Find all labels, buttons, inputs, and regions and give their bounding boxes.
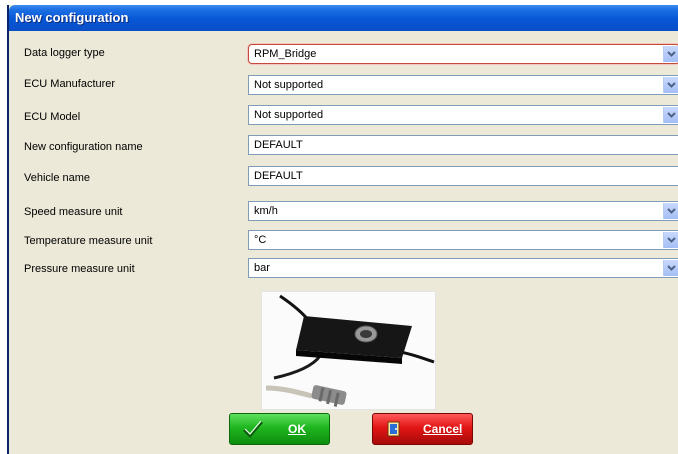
config-name-input[interactable]: DEFAULT <box>248 135 678 155</box>
cancel-button[interactable]: Cancel <box>372 413 473 445</box>
ecu-manufacturer-label: ECU Manufacturer <box>24 78 116 90</box>
ok-button[interactable]: OK <box>229 413 330 445</box>
device-image <box>261 291 436 410</box>
pressure-unit-label: Pressure measure unit <box>24 263 135 275</box>
vehicle-name-label: Vehicle name <box>24 172 91 184</box>
ecu-model-select[interactable]: Not supported <box>248 105 678 125</box>
config-name-value: DEFAULT <box>254 139 303 151</box>
pressure-unit-select[interactable]: bar <box>248 258 678 278</box>
ecu-manufacturer-select[interactable]: Not supported <box>248 75 678 95</box>
pressure-unit-value: bar <box>254 262 270 274</box>
door-exit-icon <box>385 420 403 441</box>
data-logger-type-label: Data logger type <box>24 47 105 59</box>
vehicle-name-value: DEFAULT <box>254 170 303 182</box>
dialog-window: New configuration Data logger type RPM_B… <box>7 5 678 454</box>
chevron-down-icon[interactable] <box>663 77 678 93</box>
temperature-unit-select[interactable]: °C <box>248 230 678 250</box>
data-logger-type-value: RPM_Bridge <box>254 48 317 60</box>
speed-unit-value: km/h <box>254 205 278 217</box>
title-bar[interactable]: New configuration <box>9 5 678 31</box>
ok-button-label: OK <box>288 422 306 436</box>
cancel-button-label: Cancel <box>423 422 463 436</box>
chevron-down-icon[interactable] <box>663 260 678 276</box>
ecu-model-label: ECU Model <box>24 111 81 123</box>
checkmark-icon <box>242 420 264 441</box>
ecu-model-value: Not supported <box>254 109 324 121</box>
chevron-down-icon[interactable] <box>663 46 678 62</box>
chevron-down-icon[interactable] <box>663 107 678 123</box>
speed-unit-label: Speed measure unit <box>24 206 123 218</box>
temperature-unit-label: Temperature measure unit <box>24 235 153 247</box>
chevron-down-icon[interactable] <box>663 232 678 248</box>
ecu-manufacturer-value: Not supported <box>254 79 324 91</box>
data-logger-type-select[interactable]: RPM_Bridge <box>248 44 678 64</box>
chevron-down-icon[interactable] <box>663 203 678 219</box>
config-name-label: New configuration name <box>24 141 143 153</box>
window-title: New configuration <box>15 10 129 25</box>
vehicle-name-input[interactable]: DEFAULT <box>248 166 678 186</box>
temperature-unit-value: °C <box>254 234 267 246</box>
speed-unit-select[interactable]: km/h <box>248 201 678 221</box>
